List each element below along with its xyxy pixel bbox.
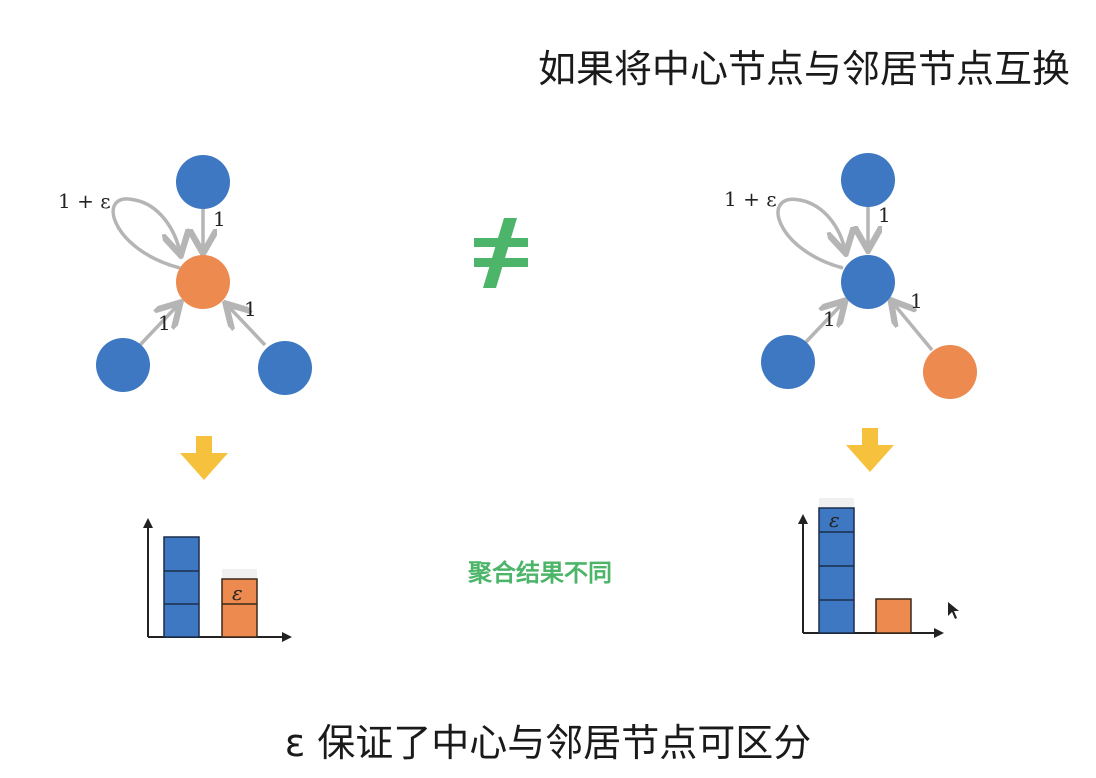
right-node-bottom-left: [761, 335, 815, 389]
left-edge-top-label: 1: [213, 207, 226, 231]
diagram-canvas: 1 + ε 1 1 1 1 + ε 1 1 1 ε ε: [58, 153, 977, 642]
right-edge-top-label: 1: [878, 203, 891, 227]
left-histogram: ε: [143, 518, 292, 642]
right-edge-right-label: 1: [910, 289, 923, 313]
left-node-center: [176, 255, 230, 309]
right-self-loop-label: 1 + ε: [724, 187, 777, 211]
left-blue-bar: [163, 536, 200, 638]
right-node-center: [841, 255, 895, 309]
left-graph: 1 + ε 1 1 1: [58, 155, 312, 395]
not-equal-symbol: [474, 218, 528, 288]
right-graph: 1 + ε 1 1 1: [724, 153, 977, 399]
mouse-cursor-icon: [948, 602, 959, 619]
right-edge-left-label: 1: [823, 307, 836, 331]
left-node-bottom-left: [96, 338, 150, 392]
left-self-loop: [111, 197, 180, 270]
footer-caption: ε 保证了中心与邻居节点可区分: [284, 721, 812, 765]
right-histogram: ε: [798, 498, 944, 638]
right-self-loop: [776, 197, 845, 270]
right-node-top: [841, 153, 895, 207]
left-node-top: [176, 155, 230, 209]
right-node-bottom-right: [923, 345, 977, 399]
right-orange-bar: [875, 598, 912, 634]
left-epsilon-label: ε: [232, 581, 243, 605]
right-down-arrow: [846, 428, 894, 472]
left-edge-left-label: 1: [158, 311, 171, 335]
left-edge-right-label: 1: [244, 297, 257, 321]
left-node-bottom-right: [258, 341, 312, 395]
left-self-loop-label: 1 + ε: [58, 189, 111, 213]
aggregation-different-caption: 聚合结果不同: [468, 559, 612, 587]
left-down-arrow: [180, 436, 228, 480]
right-epsilon-label: ε: [829, 508, 840, 532]
